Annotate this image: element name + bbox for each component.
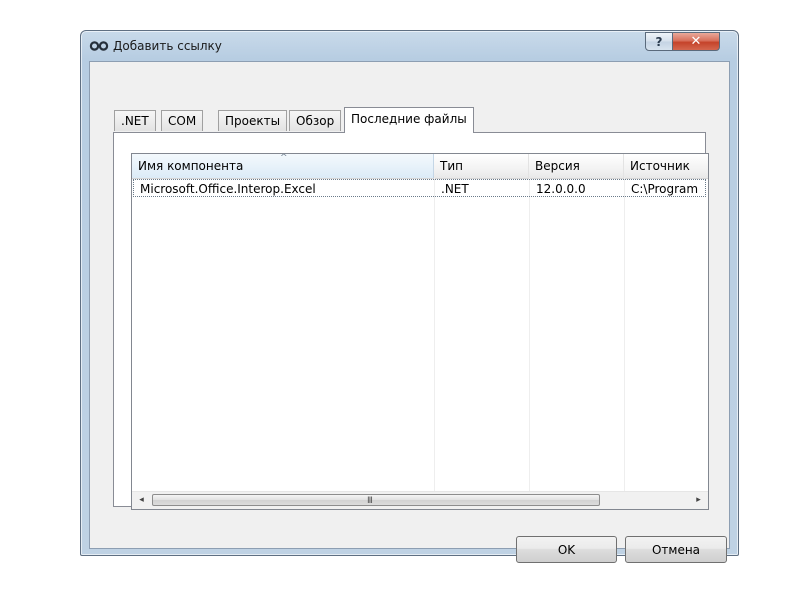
close-icon: ✕ [690,34,702,49]
cell-version: 12.0.0.0 [536,182,586,196]
window-title: Добавить ссылку [113,39,222,53]
components-list[interactable]: ^ Имя компонента Тип Версия Источник Mic… [131,153,709,510]
ok-button[interactable]: OK [516,536,617,563]
scroll-left-icon[interactable]: ◂ [134,494,149,507]
column-header-type[interactable]: Тип [434,154,529,178]
grip-icon: III [367,496,373,506]
column-divider [529,178,530,492]
column-label: Версия [535,159,580,173]
column-label: Источник [630,159,690,173]
list-header: ^ Имя компонента Тип Версия Источник [132,154,708,179]
table-row[interactable]: Microsoft.Office.Interop.Excel .NET 12.0… [133,179,706,197]
cell-type: .NET [441,182,469,196]
sort-ascending-icon: ^ [280,153,288,163]
stage: Добавить ссылку ? ✕ .NET COM Проекты Обз… [0,0,800,600]
scrollbar-thumb[interactable]: III [152,494,600,506]
close-button[interactable]: ✕ [672,32,720,51]
tab-net[interactable]: .NET [114,110,156,131]
tab-browse[interactable]: Обзор [289,110,342,131]
column-header-name[interactable]: ^ Имя компонента [132,154,434,178]
column-label: Имя компонента [138,159,244,173]
help-button[interactable]: ? [645,32,673,51]
add-reference-dialog: Добавить ссылку ? ✕ .NET COM Проекты Обз… [80,30,739,563]
tab-projects[interactable]: Проекты [218,110,288,131]
horizontal-scrollbar[interactable]: ◂ III ▸ [132,491,708,509]
cell-source: C:\Program [631,182,699,196]
title-bar[interactable]: Добавить ссылку ? ✕ [81,31,738,61]
cancel-button[interactable]: Отмена [625,536,727,563]
help-icon: ? [655,34,663,49]
cell-component-name: Microsoft.Office.Interop.Excel [140,182,316,196]
link-icon [89,41,109,51]
tab-panel-recent: ^ Имя компонента Тип Версия Источник Mic… [113,132,709,510]
column-label: Тип [440,159,463,173]
dialog-body: .NET COM Проекты Обзор Последние файлы ^… [89,61,730,563]
tab-com[interactable]: COM [161,110,204,131]
scroll-right-icon[interactable]: ▸ [691,494,706,507]
column-header-version[interactable]: Версия [529,154,624,178]
tab-recent-files[interactable]: Последние файлы [344,107,474,133]
column-divider [434,178,435,492]
column-header-source[interactable]: Источник [624,154,708,178]
column-divider [624,178,625,492]
